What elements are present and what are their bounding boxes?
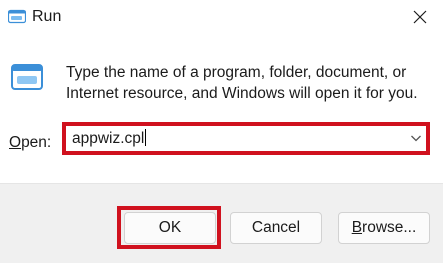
chevron-down-icon[interactable]: [410, 133, 422, 143]
open-input-value: appwiz.cpl: [72, 130, 145, 147]
open-label: Open:: [9, 133, 51, 153]
window-title: Run: [32, 8, 62, 25]
browse-label: rowse...: [362, 219, 417, 236]
close-icon: [413, 10, 427, 24]
open-combobox[interactable]: appwiz.cpl: [66, 126, 426, 151]
browse-accelerator: B: [351, 219, 363, 236]
open-label-text: pen:: [21, 134, 52, 151]
cancel-button[interactable]: Cancel: [230, 212, 322, 244]
run-app-icon: [8, 9, 26, 24]
open-label-accelerator: O: [9, 134, 22, 151]
close-button[interactable]: [397, 0, 443, 34]
ok-button[interactable]: OK: [124, 212, 216, 244]
browse-button[interactable]: Browse...: [338, 212, 430, 244]
text-caret: [145, 129, 147, 146]
instruction-text: Type the name of a program, folder, docu…: [66, 64, 418, 102]
open-input[interactable]: appwiz.cpl: [72, 129, 147, 148]
title-bar[interactable]: Run: [0, 0, 443, 34]
run-icon: [11, 64, 43, 90]
